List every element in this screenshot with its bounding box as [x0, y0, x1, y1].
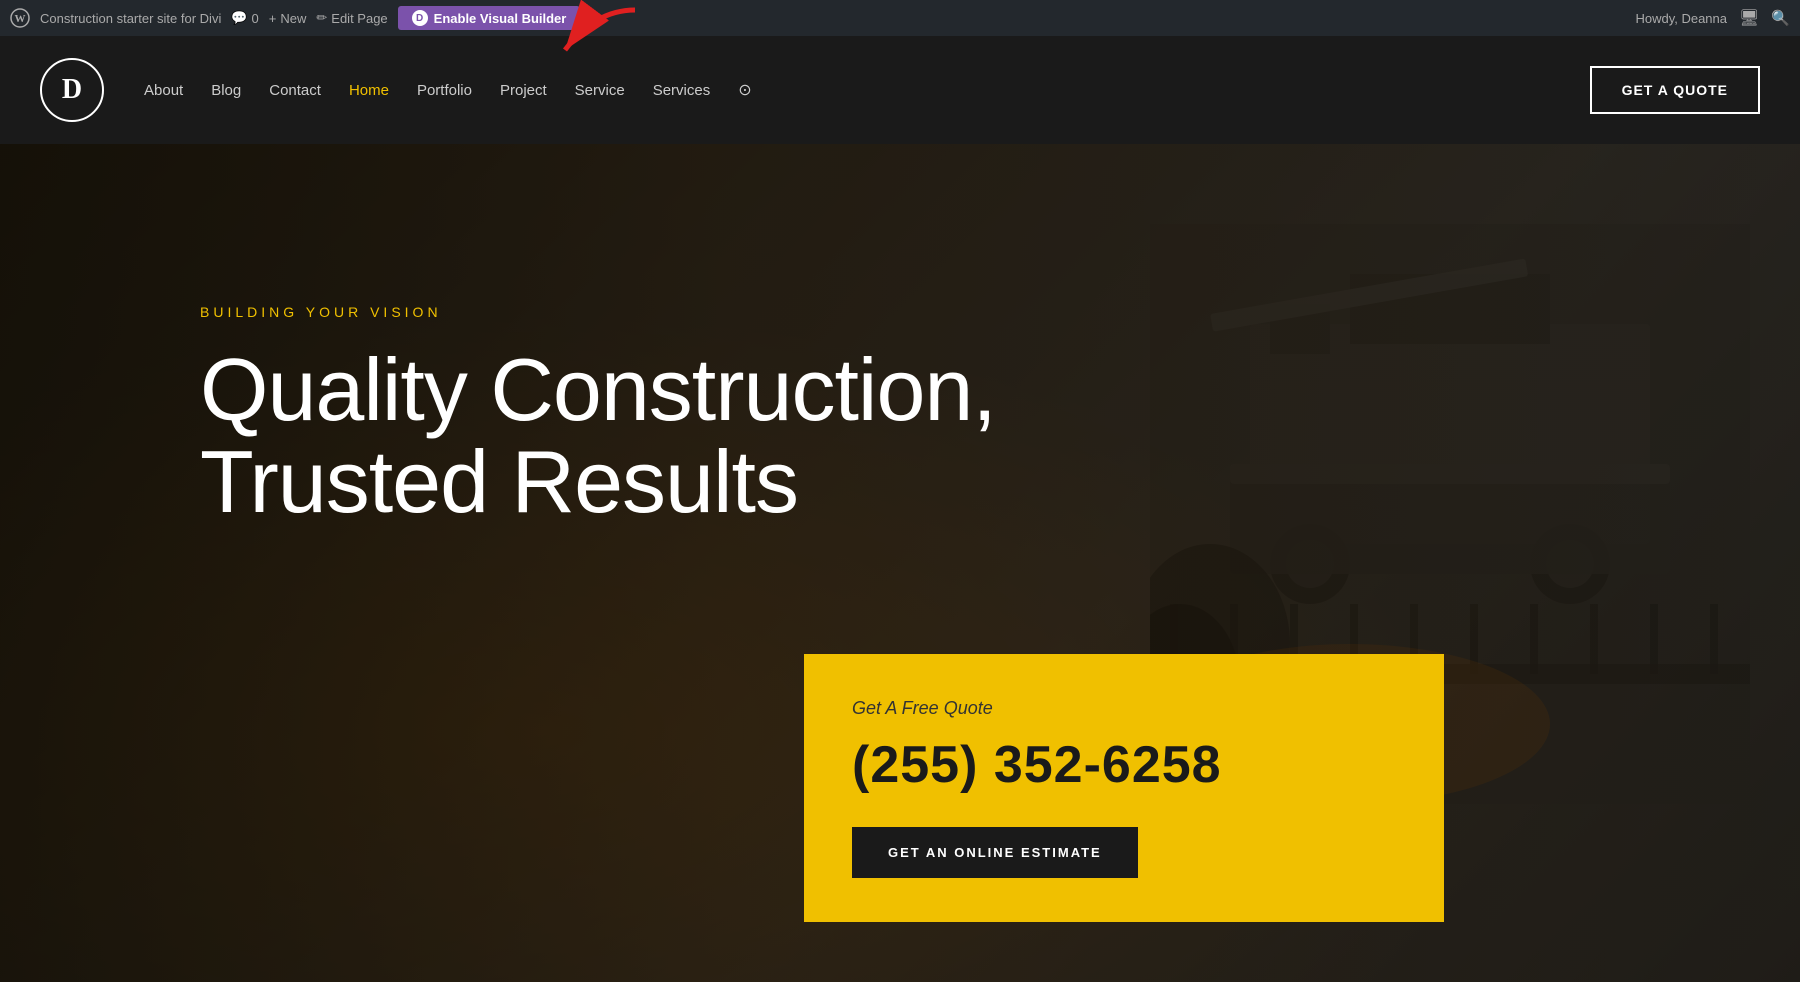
- site-logo[interactable]: D: [40, 58, 104, 122]
- nav-item-portfolio[interactable]: Portfolio: [417, 82, 472, 99]
- quote-box-phone: (255) 352-6258: [852, 735, 1396, 795]
- hero-content: BUILDING YOUR VISION Quality Constructio…: [0, 144, 1800, 529]
- user-avatar-icon: 🖥: [1739, 8, 1759, 28]
- admin-search-icon[interactable]: 🔍: [1771, 9, 1790, 27]
- wordpress-logo-icon[interactable]: W: [10, 8, 30, 28]
- nav-item-project[interactable]: Project: [500, 82, 547, 99]
- enable-visual-builder-button[interactable]: D Enable Visual Builder: [398, 6, 581, 30]
- get-online-estimate-button[interactable]: GET AN ONLINE ESTIMATE: [852, 827, 1138, 878]
- admin-bar: W Construction starter site for Divi 💬 0…: [0, 0, 1800, 36]
- hero-title: Quality Construction,Trusted Results: [200, 344, 1800, 529]
- nav-item-home[interactable]: Home: [349, 82, 389, 99]
- site-name: Construction starter site for Divi: [40, 11, 221, 26]
- quote-box: Get A Free Quote (255) 352-6258 GET AN O…: [804, 654, 1444, 922]
- get-quote-button[interactable]: GET A QUOTE: [1590, 66, 1760, 114]
- comment-count-wrap[interactable]: 💬 0: [231, 10, 258, 26]
- plus-icon: +: [269, 11, 277, 26]
- nav-item-about[interactable]: About: [144, 82, 183, 99]
- nav-search-icon[interactable]: ⊙: [738, 80, 751, 100]
- edit-page-button[interactable]: ✏ Edit Page: [316, 10, 387, 26]
- howdy-text: Howdy, Deanna: [1635, 11, 1727, 26]
- nav-item-service[interactable]: Service: [575, 82, 625, 99]
- quote-box-label: Get A Free Quote: [852, 698, 1396, 719]
- main-navigation: About Blog Contact Home Portfolio Projec…: [144, 80, 1590, 100]
- comment-icon: 💬: [231, 10, 247, 26]
- svg-text:W: W: [15, 13, 26, 25]
- admin-bar-left: W Construction starter site for Divi 💬 0…: [10, 6, 1623, 30]
- divi-icon: D: [412, 10, 428, 26]
- nav-item-contact[interactable]: Contact: [269, 82, 321, 99]
- admin-bar-right: Howdy, Deanna 🖥 🔍: [1635, 8, 1790, 28]
- comment-count: 0: [252, 11, 259, 26]
- logo-text: D: [62, 74, 82, 106]
- hero-section: BUILDING YOUR VISION Quality Constructio…: [0, 144, 1800, 982]
- nav-item-services[interactable]: Services: [653, 82, 711, 99]
- site-header: D About Blog Contact Home Portfolio Proj…: [0, 36, 1800, 144]
- new-button[interactable]: + New: [269, 11, 307, 26]
- hero-subtitle: BUILDING YOUR VISION: [200, 304, 1800, 320]
- pencil-icon: ✏: [316, 10, 327, 26]
- nav-item-blog[interactable]: Blog: [211, 82, 241, 99]
